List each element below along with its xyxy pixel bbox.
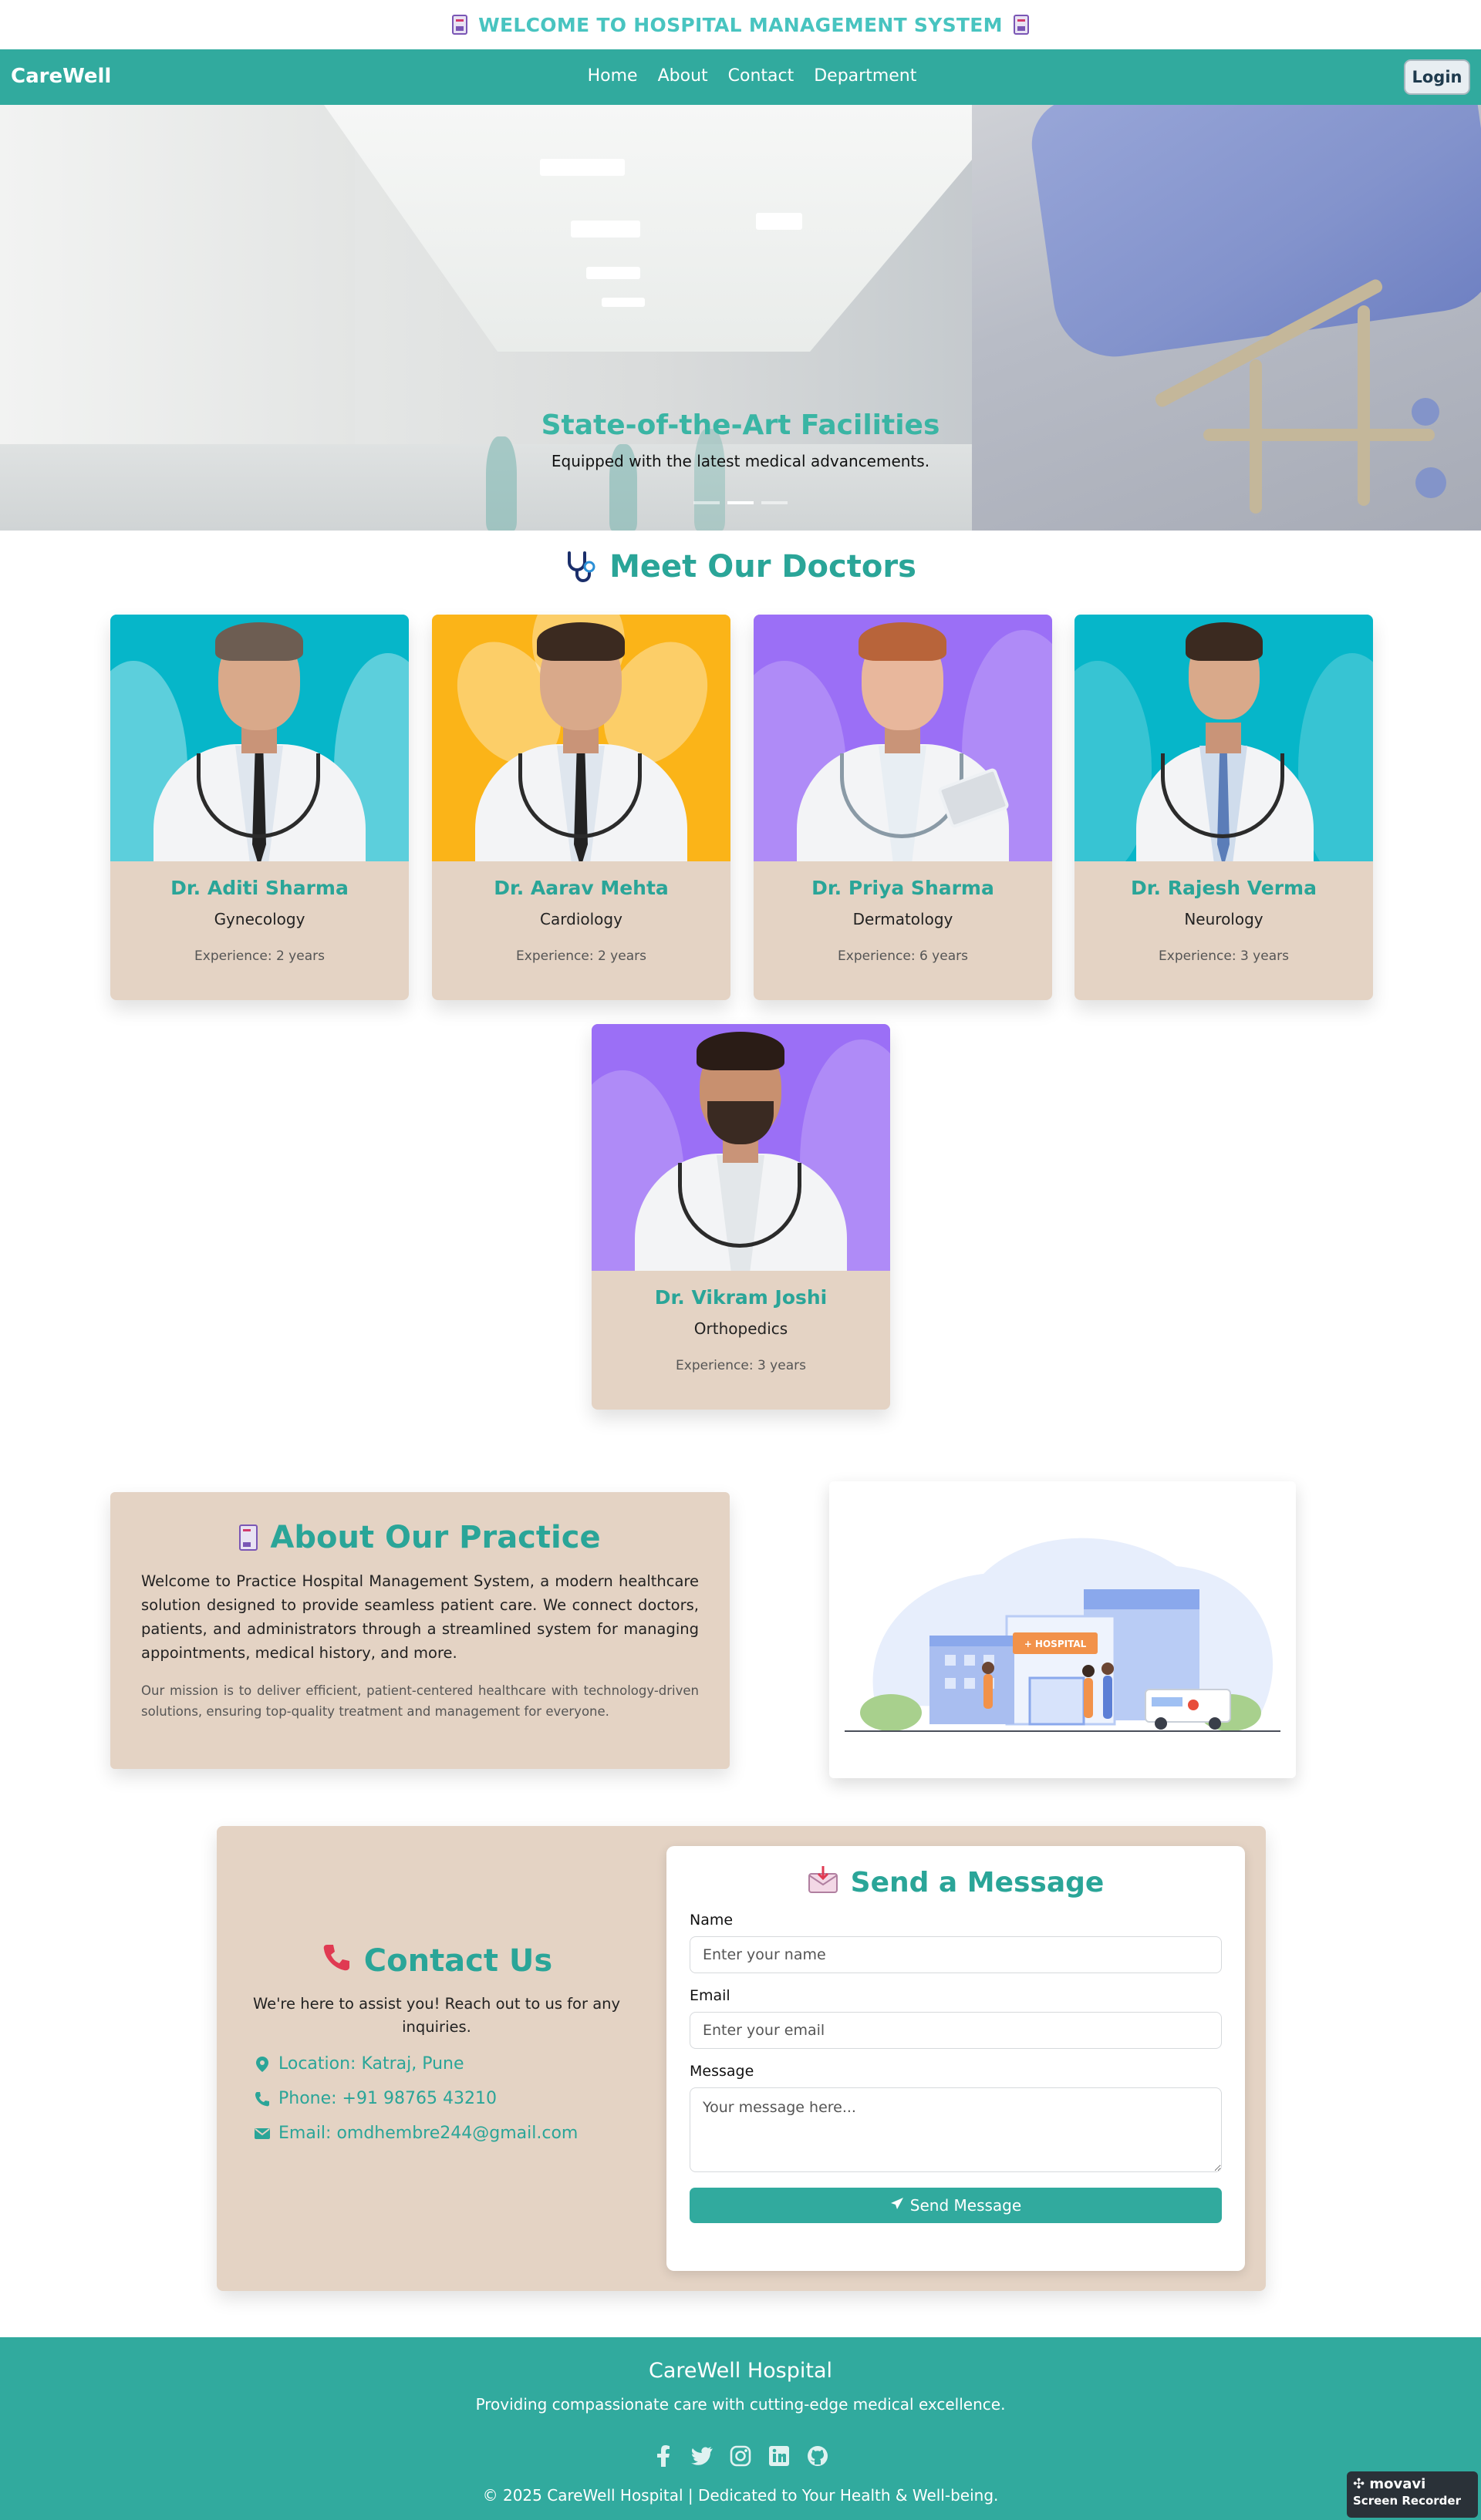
phone-icon bbox=[321, 1942, 352, 1980]
doctor-name: Dr. Vikram Joshi bbox=[654, 1286, 828, 1309]
contact-email: Email: omdhembre244@gmail.com bbox=[248, 2124, 626, 2143]
carousel-indicator[interactable] bbox=[693, 501, 720, 504]
navbar: CareWell Home About Contact Department L… bbox=[0, 49, 1481, 105]
doctor-specialty: Gynecology bbox=[214, 910, 305, 928]
about-paragraph: Welcome to Practice Hospital Management … bbox=[141, 1572, 699, 1662]
doctor-photo bbox=[1074, 615, 1373, 861]
doctor-specialty: Orthopedics bbox=[693, 1319, 788, 1338]
email-label: Email bbox=[690, 1987, 730, 2004]
doctor-name: Dr. Aarav Mehta bbox=[494, 877, 669, 899]
footer-copyright: © 2025 CareWell Hospital | Dedicated to … bbox=[482, 2486, 999, 2505]
instagram-icon[interactable] bbox=[729, 2444, 752, 2468]
watermark-product: Screen Recorder bbox=[1353, 2494, 1461, 2508]
nav-links: Home About Contact Department bbox=[0, 66, 1481, 86]
contact-phone: Phone: +91 98765 43210 bbox=[248, 2089, 626, 2108]
doctor-name: Dr. Priya Sharma bbox=[811, 877, 994, 899]
doctor-experience: Experience: 2 years bbox=[516, 948, 646, 964]
nav-home-link[interactable]: Home bbox=[588, 66, 638, 86]
doctor-specialty: Neurology bbox=[1184, 910, 1263, 928]
hero-title: State-of-the-Art Facilities bbox=[541, 409, 940, 441]
carousel-indicator-active[interactable] bbox=[727, 501, 754, 504]
doctors-title-text: Meet Our Doctors bbox=[609, 549, 916, 585]
doctor-experience: Experience: 3 years bbox=[676, 1358, 806, 1373]
about-section: About Our Practice Welcome to Practice H… bbox=[110, 1492, 730, 1769]
location-pin-icon bbox=[254, 2056, 271, 2073]
doctor-specialty: Cardiology bbox=[540, 910, 622, 928]
hero-carousel: State-of-the-Art Facilities Equipped wit… bbox=[0, 105, 1481, 531]
carousel-indicators bbox=[0, 501, 1481, 504]
email-input[interactable] bbox=[690, 2012, 1222, 2049]
doctor-card[interactable]: Dr. Priya Sharma Dermatology Experience:… bbox=[754, 615, 1052, 1000]
doctor-experience: Experience: 3 years bbox=[1159, 948, 1289, 964]
doctor-card[interactable]: Dr. Rajesh Verma Neurology Experience: 3… bbox=[1074, 615, 1373, 1000]
welcome-text: WELCOME TO HOSPITAL MANAGEMENT SYSTEM bbox=[478, 13, 1003, 36]
contact-info: Contact Us We're here to assist you! Rea… bbox=[248, 1942, 626, 2143]
doctor-card[interactable]: Dr. Vikram Joshi Orthopedics Experience:… bbox=[592, 1024, 890, 1410]
doctor-experience: Experience: 2 years bbox=[194, 948, 325, 964]
inbox-icon bbox=[808, 1865, 838, 1901]
social-links bbox=[0, 2444, 1481, 2468]
footer: CareWell Hospital Providing compassionat… bbox=[0, 2337, 1481, 2520]
phone-small-icon bbox=[254, 2090, 271, 2107]
hospital-icon bbox=[452, 15, 468, 35]
message-form: Send a Message Name Email Message Send M… bbox=[666, 1846, 1245, 2271]
contact-section: Contact Us We're here to assist you! Rea… bbox=[217, 1826, 1266, 2291]
github-icon[interactable] bbox=[806, 2444, 829, 2468]
screen-recorder-watermark: ✣ movavi Screen Recorder bbox=[1347, 2471, 1478, 2518]
message-textarea[interactable] bbox=[690, 2087, 1222, 2172]
hero-subtitle: Equipped with the latest medical advance… bbox=[551, 452, 930, 470]
message-label: Message bbox=[690, 2063, 754, 2080]
doctor-photo bbox=[592, 1024, 890, 1271]
doctors-section-title: Meet Our Doctors bbox=[0, 549, 1481, 585]
footer-title: CareWell Hospital bbox=[649, 2359, 832, 2383]
login-button[interactable]: Login bbox=[1404, 59, 1470, 95]
nav-about-link[interactable]: About bbox=[658, 66, 708, 86]
doctor-photo bbox=[110, 615, 409, 861]
doctor-name: Dr. Rajesh Verma bbox=[1131, 877, 1317, 899]
hospital-icon bbox=[1013, 15, 1029, 35]
form-title: Send a Message bbox=[690, 1865, 1222, 1901]
doctor-card[interactable]: Dr. Aditi Sharma Gynecology Experience: … bbox=[110, 615, 409, 1000]
hospital-icon bbox=[239, 1524, 258, 1551]
about-title: About Our Practice bbox=[141, 1520, 699, 1555]
contact-title: Contact Us bbox=[248, 1942, 626, 1980]
doctor-experience: Experience: 6 years bbox=[838, 948, 968, 964]
doctor-name: Dr. Aditi Sharma bbox=[170, 877, 349, 899]
paper-plane-icon bbox=[890, 2196, 904, 2215]
footer-tagline: Providing compassionate care with cuttin… bbox=[475, 2395, 1006, 2414]
linkedin-icon[interactable] bbox=[767, 2444, 791, 2468]
contact-intro: We're here to assist you! Reach out to u… bbox=[252, 1995, 621, 2036]
nav-department-link[interactable]: Department bbox=[814, 66, 916, 86]
twitter-icon[interactable] bbox=[690, 2444, 714, 2468]
name-input[interactable] bbox=[690, 1936, 1222, 1973]
svg-text:+ HOSPITAL: + HOSPITAL bbox=[1024, 1639, 1087, 1649]
nav-contact-link[interactable]: Contact bbox=[728, 66, 794, 86]
send-message-button[interactable]: Send Message bbox=[690, 2188, 1222, 2223]
carousel-indicator[interactable] bbox=[761, 501, 788, 504]
welcome-banner: WELCOME TO HOSPITAL MANAGEMENT SYSTEM bbox=[0, 0, 1481, 49]
doctor-specialty: Dermatology bbox=[852, 910, 953, 928]
doctor-photo bbox=[432, 615, 730, 861]
doctor-photo bbox=[754, 615, 1052, 861]
doctor-card[interactable]: Dr. Aarav Mehta Cardiology Experience: 2… bbox=[432, 615, 730, 1000]
name-label: Name bbox=[690, 1912, 734, 1929]
stethoscope-icon bbox=[565, 550, 597, 584]
envelope-icon bbox=[254, 2125, 271, 2142]
facebook-icon[interactable] bbox=[652, 2444, 675, 2468]
hospital-illustration: + HOSPITAL bbox=[829, 1481, 1296, 1778]
about-mission: Our mission is to deliver efficient, pat… bbox=[141, 1683, 699, 1719]
watermark-brand: ✣ movavi bbox=[1353, 2476, 1426, 2492]
contact-location: Location: Katraj, Pune bbox=[248, 2054, 626, 2074]
